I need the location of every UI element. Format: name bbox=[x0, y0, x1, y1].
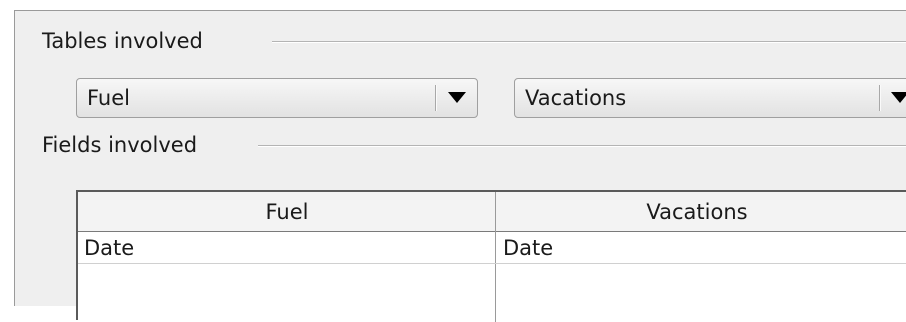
tables-involved-divider bbox=[272, 41, 906, 43]
fields-involved-divider bbox=[258, 145, 906, 147]
tables-involved-label: Tables involved bbox=[42, 29, 203, 53]
right-table-select-value: Vacations bbox=[525, 86, 627, 110]
table-row[interactable] bbox=[78, 264, 906, 296]
left-table-select-value: Fuel bbox=[87, 86, 130, 110]
right-table-select[interactable]: Vacations bbox=[514, 78, 906, 118]
fields-involved-label: Fields involved bbox=[42, 133, 198, 157]
right-field-cell[interactable]: Date bbox=[497, 232, 897, 263]
fields-grid: Fuel Vacations Date Date bbox=[76, 190, 906, 322]
table-row[interactable]: Date Date bbox=[78, 232, 906, 264]
column-header-right[interactable]: Vacations bbox=[497, 192, 897, 231]
right-field-cell[interactable] bbox=[497, 264, 897, 295]
chevron-down-icon[interactable] bbox=[881, 79, 906, 117]
fields-grid-header: Fuel Vacations bbox=[78, 192, 906, 232]
chevron-down-icon[interactable] bbox=[437, 79, 477, 117]
left-field-cell[interactable]: Date bbox=[78, 232, 496, 263]
left-field-cell[interactable] bbox=[78, 264, 496, 295]
column-header-left[interactable]: Fuel bbox=[78, 192, 496, 231]
left-table-select[interactable]: Fuel bbox=[76, 78, 478, 118]
